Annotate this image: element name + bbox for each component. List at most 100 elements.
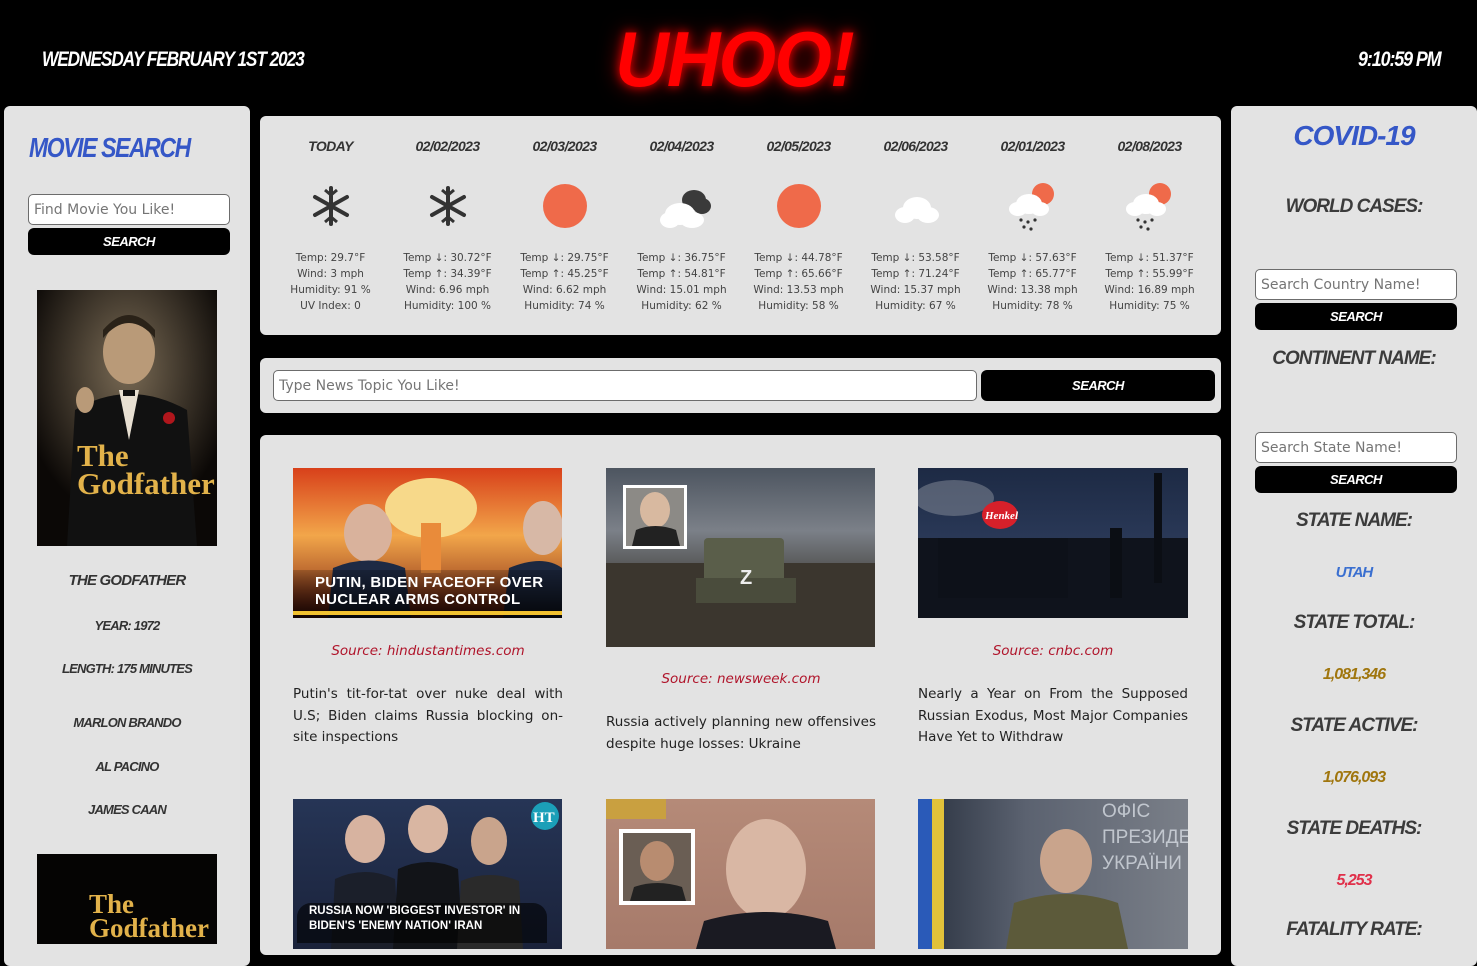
forecast-line: Wind: 16.89 mph: [1104, 284, 1195, 296]
news-title[interactable]: Nearly a Year on From the Supposed Russi…: [918, 684, 1188, 749]
news-image[interactable]: HT RUSSIA NOW 'BIGGEST INVESTOR' IN BIDE…: [293, 799, 562, 949]
forecast-line: Temp ↓: 44.78°F: [754, 252, 843, 264]
forecast-line: Temp: 29.7°F: [295, 252, 366, 264]
weather-forecast-panel: TODAY Temp: 29.7°F Wind: 3 mph Humidity:…: [260, 116, 1221, 335]
continent-name-label: CONTINENT NAME:: [1272, 348, 1436, 369]
forecast-line: Temp ↓: 57.63°F: [988, 252, 1077, 264]
news-badge: HT: [533, 810, 555, 826]
forecast-date: TODAY: [308, 138, 353, 154]
state-active-label: STATE ACTIVE:: [1290, 715, 1418, 736]
fatality-rate-label: FATALITY RATE:: [1286, 919, 1423, 940]
country-search-input[interactable]: [1255, 269, 1457, 300]
news-image-caption: PUTIN, BIDEN FACEOFF OVER NUCLEAR ARMS C…: [315, 574, 544, 608]
sun-icon: [777, 184, 821, 228]
forecast-line: Wind: 6.96 mph: [405, 284, 490, 296]
movie-search-input[interactable]: [28, 194, 230, 225]
news-search-bar: SEARCH: [260, 358, 1221, 413]
news-source[interactable]: Source: newsweek.com: [606, 671, 876, 687]
svg-text:Z: Z: [740, 567, 752, 589]
site-logo: UHOO!: [0, 14, 1477, 105]
poster-title: The Godfather: [77, 438, 215, 501]
forecast-line: Wind: 6.62 mph: [522, 284, 607, 296]
forecast-date: 02/08/2023: [1117, 138, 1182, 154]
logo-text: UHOO!: [614, 15, 854, 103]
forecast-line: UV Index: 0: [300, 300, 361, 312]
movie-poster-second: The Godfather: [37, 854, 217, 944]
state-total-label: STATE TOTAL:: [1293, 612, 1416, 633]
state-search-button[interactable]: SEARCH: [1255, 466, 1457, 493]
forecast-line: Humidity: 100 %: [403, 300, 492, 312]
forecast-date: 02/01/2023: [1000, 138, 1065, 154]
country-search-button[interactable]: SEARCH: [1255, 303, 1457, 330]
movie-name: THE GODFATHER: [68, 572, 187, 589]
covid-title: COVID-19: [1293, 120, 1415, 151]
godfather-poster-art: [37, 290, 217, 546]
covid-panel: COVID-19 WORLD CASES: SEARCH CONTINENT N…: [1231, 106, 1477, 966]
news-image[interactable]: Henkel: [918, 468, 1188, 618]
forecast-date: 02/06/2023: [883, 138, 948, 154]
state-search-input[interactable]: [1255, 432, 1457, 463]
snow-icon: [313, 186, 349, 226]
current-time: 9:10:59 PM: [1358, 48, 1442, 71]
forecast-line: Temp ↑: 65.66°F: [754, 268, 843, 280]
forecast-date: 02/04/2023: [649, 138, 714, 154]
news-image-caption: RUSSIA NOW 'BIGGEST INVESTOR' IN BIDEN'S…: [309, 905, 521, 932]
news-photo-art: [606, 799, 836, 949]
cast-member: MARLON BRANDO: [73, 715, 181, 730]
forecast-line: Temp ↑: 71.24°F: [871, 268, 960, 280]
forecast-line: Temp ↑: 55.99°F: [1105, 268, 1194, 280]
state-active-value: 1,076,093: [1322, 769, 1386, 786]
forecast-line: Temp ↓: 51.37°F: [1105, 252, 1194, 264]
dark-clouds-icon: [660, 190, 711, 228]
movie-search-title: MOVIE SEARCH: [28, 132, 191, 163]
news-panel: PUTIN, BIDEN FACEOFF OVER NUCLEAR ARMS C…: [260, 435, 1221, 955]
news-image[interactable]: [606, 799, 875, 949]
news-photo-art: Henkel: [918, 473, 1188, 618]
sun-rain-icon: [1126, 183, 1171, 231]
news-photo-art: Z: [606, 485, 875, 647]
forecast-line: Temp ↓: 53.58°F: [871, 252, 960, 264]
forecast-line: Temp ↑: 65.77°F: [988, 268, 1077, 280]
forecast-line: Wind: 13.38 mph: [987, 284, 1078, 296]
forecast-line: Temp ↑: 34.39°F: [403, 268, 492, 280]
news-title[interactable]: Russia actively planning new offensives …: [606, 712, 876, 755]
forecast-line: Humidity: 62 %: [641, 300, 722, 312]
cast-member: JAMES CAAN: [88, 802, 167, 817]
forecast-line: Humidity: 67 %: [875, 300, 956, 312]
forecast-line: Temp ↓: 29.75°F: [520, 252, 609, 264]
snow-icon: [430, 186, 466, 226]
sun-icon: [543, 184, 587, 228]
forecast-line: Humidity: 75 %: [1109, 300, 1190, 312]
forecast-date: 02/03/2023: [532, 138, 597, 154]
forecast-line: Humidity: 78 %: [992, 300, 1073, 312]
forecast-line: Humidity: 58 %: [758, 300, 839, 312]
cloud-icon: [895, 197, 939, 223]
news-image[interactable]: ОФІС ПРЕЗИДЕНТА УКРАЇНИ: [918, 799, 1188, 949]
news-image[interactable]: Z: [606, 468, 875, 647]
state-deaths-value: 5,253: [1336, 872, 1372, 889]
forecast-line: Wind: 15.01 mph: [636, 284, 727, 296]
movie-length: LENGTH: 175 MINUTES: [62, 661, 193, 676]
movie-search-button[interactable]: SEARCH: [28, 228, 230, 255]
news-source[interactable]: Source: cnbc.com: [918, 643, 1188, 659]
sun-rain-icon: [1009, 183, 1054, 231]
forecast-line: Temp ↓: 30.72°F: [403, 252, 492, 264]
news-search-input[interactable]: [273, 370, 977, 401]
news-title[interactable]: Putin's tit-for-tat over nuke deal with …: [293, 684, 563, 749]
movie-year: YEAR: 1972: [94, 618, 161, 633]
forecast-line: Temp ↑: 45.25°F: [520, 268, 609, 280]
forecast-line: Temp ↑: 54.81°F: [637, 268, 726, 280]
henkel-logo-text: Henkel: [984, 510, 1019, 522]
forecast-line: Wind: 3 mph: [297, 268, 364, 280]
news-image[interactable]: PUTIN, BIDEN FACEOFF OVER NUCLEAR ARMS C…: [293, 468, 562, 618]
news-search-button[interactable]: SEARCH: [981, 370, 1215, 401]
forecast-line: Humidity: 74 %: [524, 300, 605, 312]
state-name-label: STATE NAME:: [1295, 510, 1413, 531]
news-image-caption: ОФІС ПРЕЗИДЕНТА УКРАЇНИ: [1102, 801, 1188, 874]
cast-member: AL PACINO: [95, 759, 159, 774]
forecast-date: 02/05/2023: [766, 138, 831, 154]
news-source[interactable]: Source: hindustantimes.com: [293, 643, 563, 659]
movie-search-panel: MOVIE SEARCH SEARCH The Godfather THE GO…: [4, 106, 250, 966]
poster-title: The Godfather: [89, 889, 209, 943]
state-deaths-label: STATE DEATHS:: [1286, 818, 1423, 839]
